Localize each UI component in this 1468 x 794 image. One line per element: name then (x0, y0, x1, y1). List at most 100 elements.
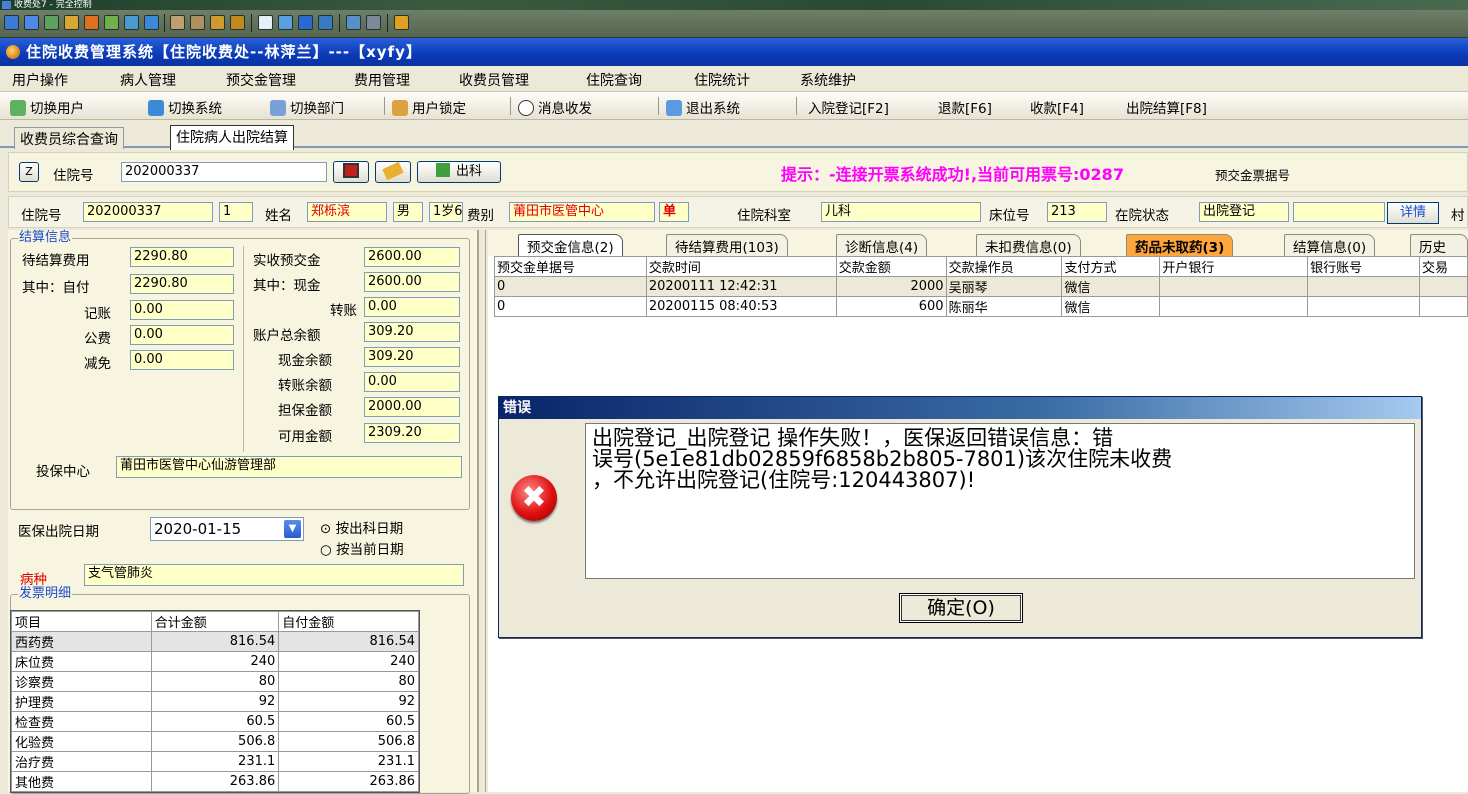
visit-count-field[interactable]: 1 (219, 202, 253, 222)
exit-button[interactable]: 退出系统 (666, 97, 740, 117)
status-field[interactable]: 出院登记 (1199, 202, 1289, 222)
menu-patient[interactable]: 病人管理 (120, 70, 176, 90)
monitor-icon[interactable] (298, 15, 313, 30)
window-icon[interactable] (24, 15, 39, 30)
menu-user-ops[interactable]: 用户操作 (12, 70, 68, 90)
tab-cashier-query[interactable]: 收费员综合查询 (14, 127, 124, 149)
account-field[interactable]: 0.00 (130, 300, 234, 320)
table-row[interactable]: 检查费 60.5 60.5 (11, 711, 419, 732)
menu-system[interactable]: 系统维护 (800, 70, 856, 90)
bed-field[interactable]: 213 (1047, 202, 1107, 222)
panel-splitter[interactable] (478, 230, 486, 792)
tab-deposit-info[interactable]: 预交金信息(2) (518, 234, 623, 256)
menu-query[interactable]: 住院查询 (586, 70, 642, 90)
table-row[interactable]: 化验费 506.8 506.8 (11, 731, 419, 752)
table-row[interactable]: 诊察费 80 80 (11, 671, 419, 692)
chat-icon[interactable] (144, 15, 159, 30)
age-field[interactable]: 1岁6 (429, 202, 463, 222)
tools-icon[interactable] (366, 15, 381, 30)
cash-balance-field[interactable]: 309.20 (364, 347, 460, 367)
tab-diagnosis[interactable]: 诊断信息(4) (836, 234, 928, 256)
calculator-button[interactable] (333, 161, 369, 183)
available-field[interactable]: 2309.20 (364, 423, 460, 443)
tab-discharge-settle[interactable]: 住院病人出院结算 (170, 125, 294, 150)
image-icon[interactable] (44, 15, 59, 30)
lock-user-button[interactable]: 用户锁定 (392, 97, 466, 117)
discharge-dept-button[interactable]: 出科 (417, 161, 501, 183)
insurer-field[interactable]: 莆田市医管中心仙游管理部 (116, 456, 462, 478)
display-icon[interactable] (318, 15, 333, 30)
cell (1418, 276, 1468, 297)
radio-current-date[interactable]: ○ 按当前日期 (320, 538, 404, 558)
status-extra-field[interactable] (1293, 202, 1385, 222)
table-row[interactable]: 治疗费 231.1 231.1 (11, 751, 419, 772)
z-button[interactable]: Z (19, 162, 39, 182)
hosp-no-input[interactable]: 202000337 (121, 162, 327, 182)
menu-stats[interactable]: 住院统计 (694, 70, 750, 90)
transfer-field[interactable]: 0.00 (364, 297, 460, 317)
public-field[interactable]: 0.00 (130, 325, 234, 345)
chevron-down-icon[interactable]: ▼ (284, 520, 301, 538)
fit-screen-icon[interactable] (278, 15, 293, 30)
grid-header-trade: 交易 (1418, 256, 1468, 277)
eraser-button[interactable] (375, 161, 411, 183)
fee-type-label: 费别 (467, 208, 494, 224)
fee-flag-field[interactable]: 单 (659, 202, 689, 222)
tab-undeducted[interactable]: 未扣费信息(0) (976, 234, 1081, 256)
received-field[interactable]: 2600.00 (364, 247, 460, 267)
table-row[interactable]: 其他费 263.86 263.86 (11, 771, 419, 792)
record-icon[interactable] (84, 15, 99, 30)
switch-user-button[interactable]: 切换用户 (10, 97, 84, 117)
balance-field[interactable]: 309.20 (364, 322, 460, 342)
disease-field[interactable]: 支气管肺炎 (84, 564, 464, 586)
users-icon[interactable] (190, 15, 205, 30)
pending-field[interactable]: 2290.80 (130, 247, 234, 267)
exempt-field[interactable]: 0.00 (130, 350, 234, 370)
transfer-balance-field[interactable]: 0.00 (364, 372, 460, 392)
menu-deposit[interactable]: 预交金管理 (226, 70, 296, 90)
sex-field[interactable]: 男 (393, 202, 423, 222)
transfer-icon[interactable] (104, 15, 119, 30)
refresh-icon[interactable] (64, 15, 79, 30)
table-row[interactable]: 床位费 240 240 (11, 651, 419, 672)
detail-button[interactable]: 详情 (1387, 202, 1439, 224)
unlock-icon[interactable] (230, 15, 245, 30)
screen-icon[interactable] (4, 15, 19, 30)
dept-field[interactable]: 儿科 (821, 202, 981, 222)
table-row[interactable]: 0 20200115 08:40:53 600 陈丽华 微信 (494, 296, 1468, 317)
discharge-date-picker[interactable]: 2020-01-15 ▼ (150, 517, 304, 541)
deposit-grid: 预交金单据号 交款时间 交款金额 交款操作员 支付方式 开户银行 银行账号 交易… (494, 256, 1468, 317)
guarantee-field[interactable]: 2000.00 (364, 397, 460, 417)
refund-button[interactable]: 退款[F6] (938, 97, 992, 117)
self-pay-field[interactable]: 2290.80 (130, 274, 234, 294)
copy-icon[interactable] (346, 15, 361, 30)
table-row[interactable]: 0 20200111 12:42:31 2000 吴丽琴 微信 (494, 276, 1468, 297)
table-row[interactable]: 护理费 92 92 (11, 691, 419, 712)
lock-icon[interactable] (210, 15, 225, 30)
switch-dept-button[interactable]: 切换部门 (270, 97, 344, 117)
dialog-title[interactable]: 错误 (499, 397, 1421, 419)
tab-history[interactable]: 历史 (1410, 234, 1468, 256)
table-row[interactable]: 西药费 816.54 816.54 (11, 631, 419, 652)
menu-fees[interactable]: 费用管理 (354, 70, 410, 90)
collect-button[interactable]: 收款[F4] (1030, 97, 1084, 117)
menu-cashier[interactable]: 收费员管理 (459, 70, 529, 90)
info-hosp-no-field[interactable]: 202000337 (83, 202, 213, 222)
tab-pending-fees[interactable]: 待结算费用(103) (666, 234, 788, 256)
tab-settlement-info[interactable]: 结算信息(0) (1284, 234, 1376, 256)
fullscreen-icon[interactable] (258, 15, 273, 30)
phone-icon[interactable] (124, 15, 139, 30)
patient-name-field[interactable]: 郑栎滨 (307, 202, 387, 222)
ok-button[interactable]: 确定(O) (899, 593, 1023, 623)
cash-field[interactable]: 2600.00 (364, 272, 460, 292)
close-session-icon[interactable] (394, 15, 409, 30)
radio-discharge-date[interactable]: ⊙ 按出科日期 (320, 517, 403, 537)
message-button[interactable]: 消息收发 (518, 97, 592, 117)
fee-type-field[interactable]: 莆田市医管中心 (509, 202, 655, 222)
admit-button[interactable]: 入院登记[F2] (808, 97, 889, 117)
user-icon[interactable] (170, 15, 185, 30)
insurer-label: 投保中心 (36, 464, 90, 480)
discharge-settle-button[interactable]: 出院结算[F8] (1126, 97, 1207, 117)
tab-drugs-not-taken[interactable]: 药品未取药(3) (1126, 234, 1234, 256)
switch-system-button[interactable]: 切换系统 (148, 97, 222, 117)
